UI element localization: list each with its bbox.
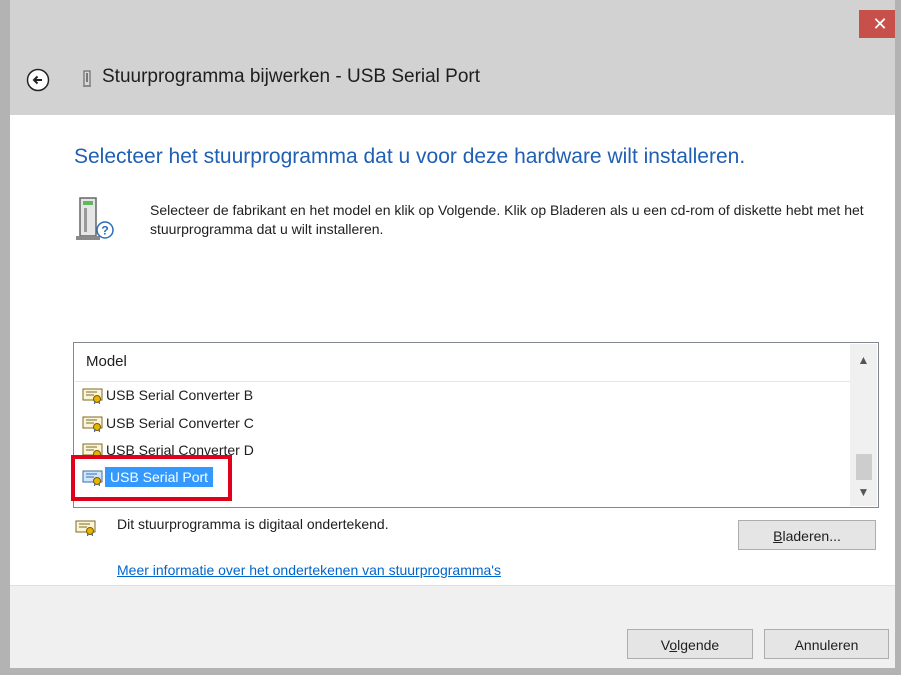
signature-status-text: Dit stuurprogramma is digitaal onderteke… — [117, 516, 389, 532]
svg-text:?: ? — [101, 224, 108, 238]
driver-icon — [82, 416, 103, 432]
scroll-up-button[interactable]: ▲ — [850, 348, 877, 372]
dialog-window: ✕ Stuurprogramma bijwerken - USB Serial … — [0, 0, 901, 675]
scroll-thumb[interactable] — [856, 454, 872, 480]
browse-button[interactable]: Bladeren... — [738, 520, 876, 550]
next-label-end: lgende — [677, 637, 720, 653]
back-arrow-icon — [26, 68, 50, 92]
description-text: Selecteer de fabrikant en het model en k… — [150, 202, 864, 237]
next-button[interactable]: Volgende — [627, 629, 753, 659]
back-button[interactable] — [26, 68, 50, 92]
selection-highlight-box — [71, 455, 232, 501]
window-border-left — [0, 0, 10, 675]
button-footer — [10, 585, 895, 669]
title-bar — [0, 0, 901, 115]
list-scrollbar[interactable]: ▲ ▼ — [850, 344, 877, 506]
list-item[interactable]: USB Serial Converter C — [82, 413, 382, 435]
scroll-down-button[interactable]: ▼ — [850, 480, 877, 504]
cancel-button[interactable]: Annuleren — [764, 629, 889, 659]
column-header-label: Model — [86, 353, 127, 370]
device-icon — [82, 70, 92, 88]
browse-label: laderen... — [782, 528, 841, 544]
window-border-right — [895, 0, 901, 675]
driver-icon — [82, 388, 103, 404]
window-title: Stuurprogramma bijwerken - USB Serial Po… — [102, 66, 481, 87]
list-item-label: USB Serial Converter B — [106, 387, 254, 403]
signed-driver-icon — [75, 520, 96, 536]
list-item-label: USB Serial Converter C — [106, 415, 254, 431]
hardware-question-icon: ? — [72, 196, 120, 244]
window-border-bottom — [0, 668, 901, 675]
next-accel-key: o — [669, 637, 678, 653]
list-item[interactable]: USB Serial Converter B — [82, 385, 382, 407]
page-heading: Selecteer het stuurprogramma dat u voor … — [74, 145, 746, 168]
list-column-header[interactable]: Model — [75, 344, 851, 382]
signing-info-link[interactable]: Meer informatie over het ondertekenen va… — [117, 562, 501, 578]
